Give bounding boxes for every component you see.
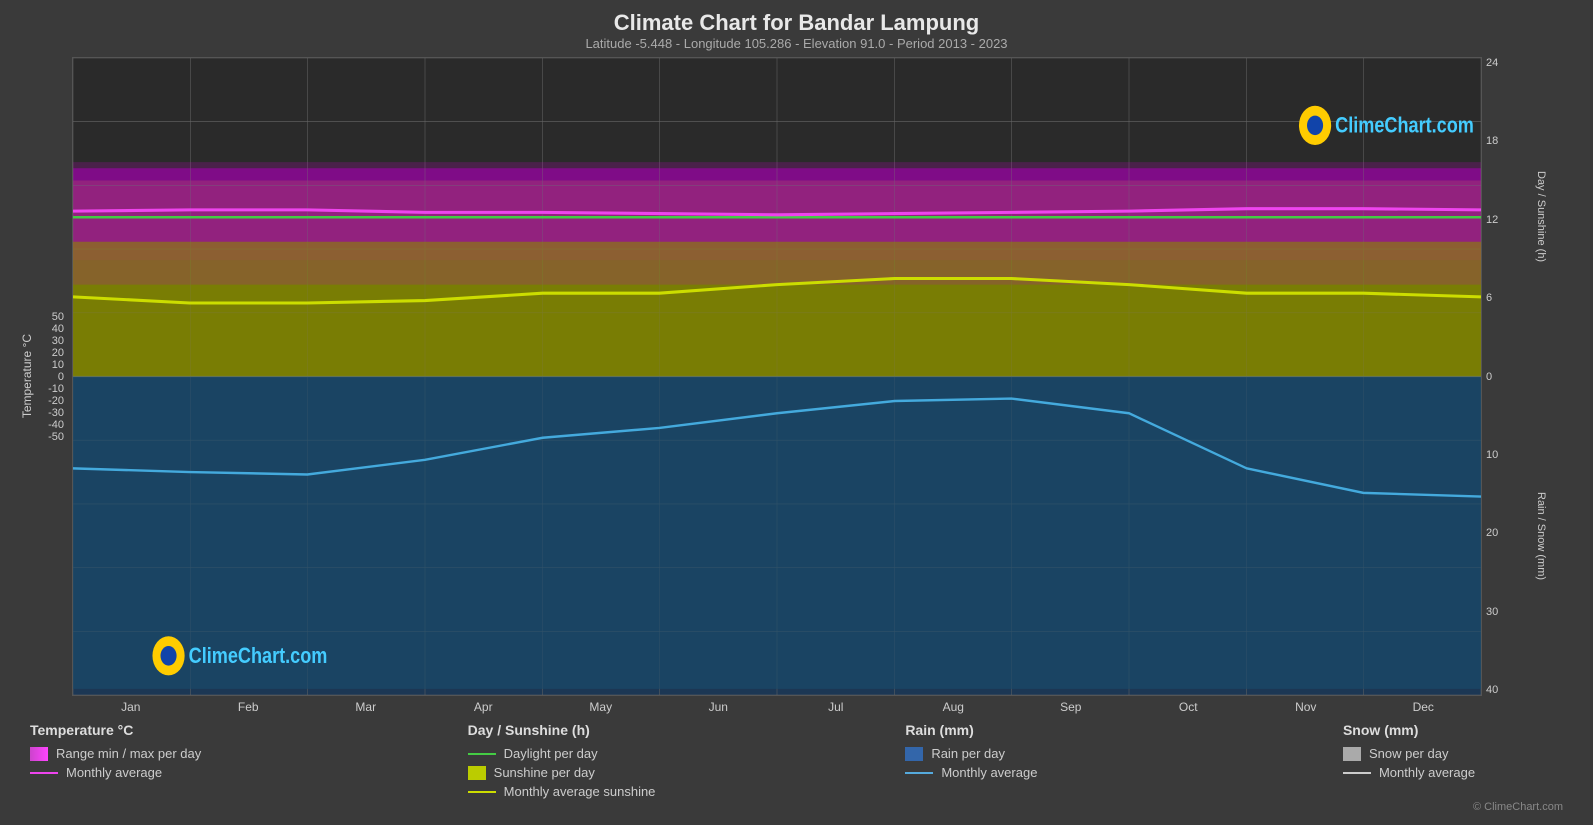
legend-snow-swatch-label: Snow per day [1369,746,1449,761]
x-label-dec: Dec [1365,700,1483,714]
legend-temp-avg-label: Monthly average [66,765,162,780]
copyright-text: © ClimeChart.com [20,801,1573,815]
legend-sunshine-swatch-label: Sunshine per day [494,765,595,780]
legend-snow: Snow (mm) Snow per day Monthly average [1343,722,1563,799]
legend-rain: Rain (mm) Rain per day Monthly average [905,722,1125,799]
legend-daylight: Daylight per day [468,746,688,761]
legend-temperature: Temperature °C Range min / max per day M… [30,722,250,799]
legend-rain-avg-line [905,772,933,774]
page-container: Climate Chart for Bandar Lampung Latitud… [0,0,1593,825]
x-label-aug: Aug [895,700,1013,714]
legend-snow-avg-label: Monthly average [1379,765,1475,780]
x-label-nov: Nov [1247,700,1365,714]
legend-rain-swatch: Rain per day [905,746,1125,761]
chart-svg: /* rendered as SVG rect strips */ [73,58,1481,695]
svg-text:ClimeChart.com: ClimeChart.com [1335,114,1474,138]
legend-temp-avg-line [30,772,58,774]
legend-sunshine-avg: Monthly average sunshine [468,784,688,799]
y-axis-right-bottom-label: Rain / Snow (mm) [1535,377,1547,697]
x-label-jun: Jun [660,700,778,714]
x-label-feb: Feb [190,700,308,714]
legend-temp-range-label: Range min / max per day [56,746,201,761]
legend-rain-swatch-label: Rain per day [931,746,1005,761]
legend-sunshine: Day / Sunshine (h) Daylight per day Suns… [468,722,688,799]
legend-rain-title: Rain (mm) [905,722,1125,738]
legend-temp-range-swatch [30,747,48,761]
y-axis-right-top-label: Day / Sunshine (h) [1535,57,1547,377]
legend-daylight-label: Daylight per day [504,746,598,761]
x-label-apr: Apr [425,700,543,714]
legend-temperature-title: Temperature °C [30,722,250,738]
title-area: Climate Chart for Bandar Lampung Latitud… [20,10,1573,51]
legend-temp-range: Range min / max per day [30,746,250,761]
x-label-oct: Oct [1130,700,1248,714]
x-label-jul: Jul [777,700,895,714]
svg-text:ClimeChart.com: ClimeChart.com [189,645,328,669]
x-label-may: May [542,700,660,714]
legend-snow-color-swatch [1343,747,1361,761]
legend-rain-avg: Monthly average [905,765,1125,780]
chart-title: Climate Chart for Bandar Lampung [20,10,1573,36]
chart-subtitle: Latitude -5.448 - Longitude 105.286 - El… [20,36,1573,51]
legend-temp-avg: Monthly average [30,765,250,780]
chart-area: /* rendered as SVG rect strips */ [72,57,1482,696]
x-label-sep: Sep [1012,700,1130,714]
x-label-mar: Mar [307,700,425,714]
legend-snow-swatch: Snow per day [1343,746,1563,761]
legend-sunshine-swatch: Sunshine per day [468,765,688,780]
x-axis: Jan Feb Mar Apr May Jun Jul Aug Sep Oct … [72,696,1482,714]
legend-snow-avg-line [1343,772,1371,774]
y-axis-left-values: 50 40 30 20 10 0 -10 -20 -30 -40 -50 [36,311,70,443]
legend-sunshine-avg-label: Monthly average sunshine [504,784,656,799]
legend-snow-title: Snow (mm) [1343,722,1563,738]
x-label-jan: Jan [72,700,190,714]
legend-daylight-line [468,753,496,755]
legend-sunshine-color-swatch [468,766,486,780]
legend-snow-avg: Monthly average [1343,765,1563,780]
legend-sunshine-avg-line [468,791,496,793]
y-axis-left-label: Temperature °C [20,334,34,418]
y-axis-right-values: 24 18 12 6 0 10 20 30 40 [1482,57,1516,696]
legend-rain-color-swatch [905,747,923,761]
legend-area: Temperature °C Range min / max per day M… [20,714,1573,801]
legend-sunshine-title: Day / Sunshine (h) [468,722,688,738]
legend-rain-avg-label: Monthly average [941,765,1037,780]
